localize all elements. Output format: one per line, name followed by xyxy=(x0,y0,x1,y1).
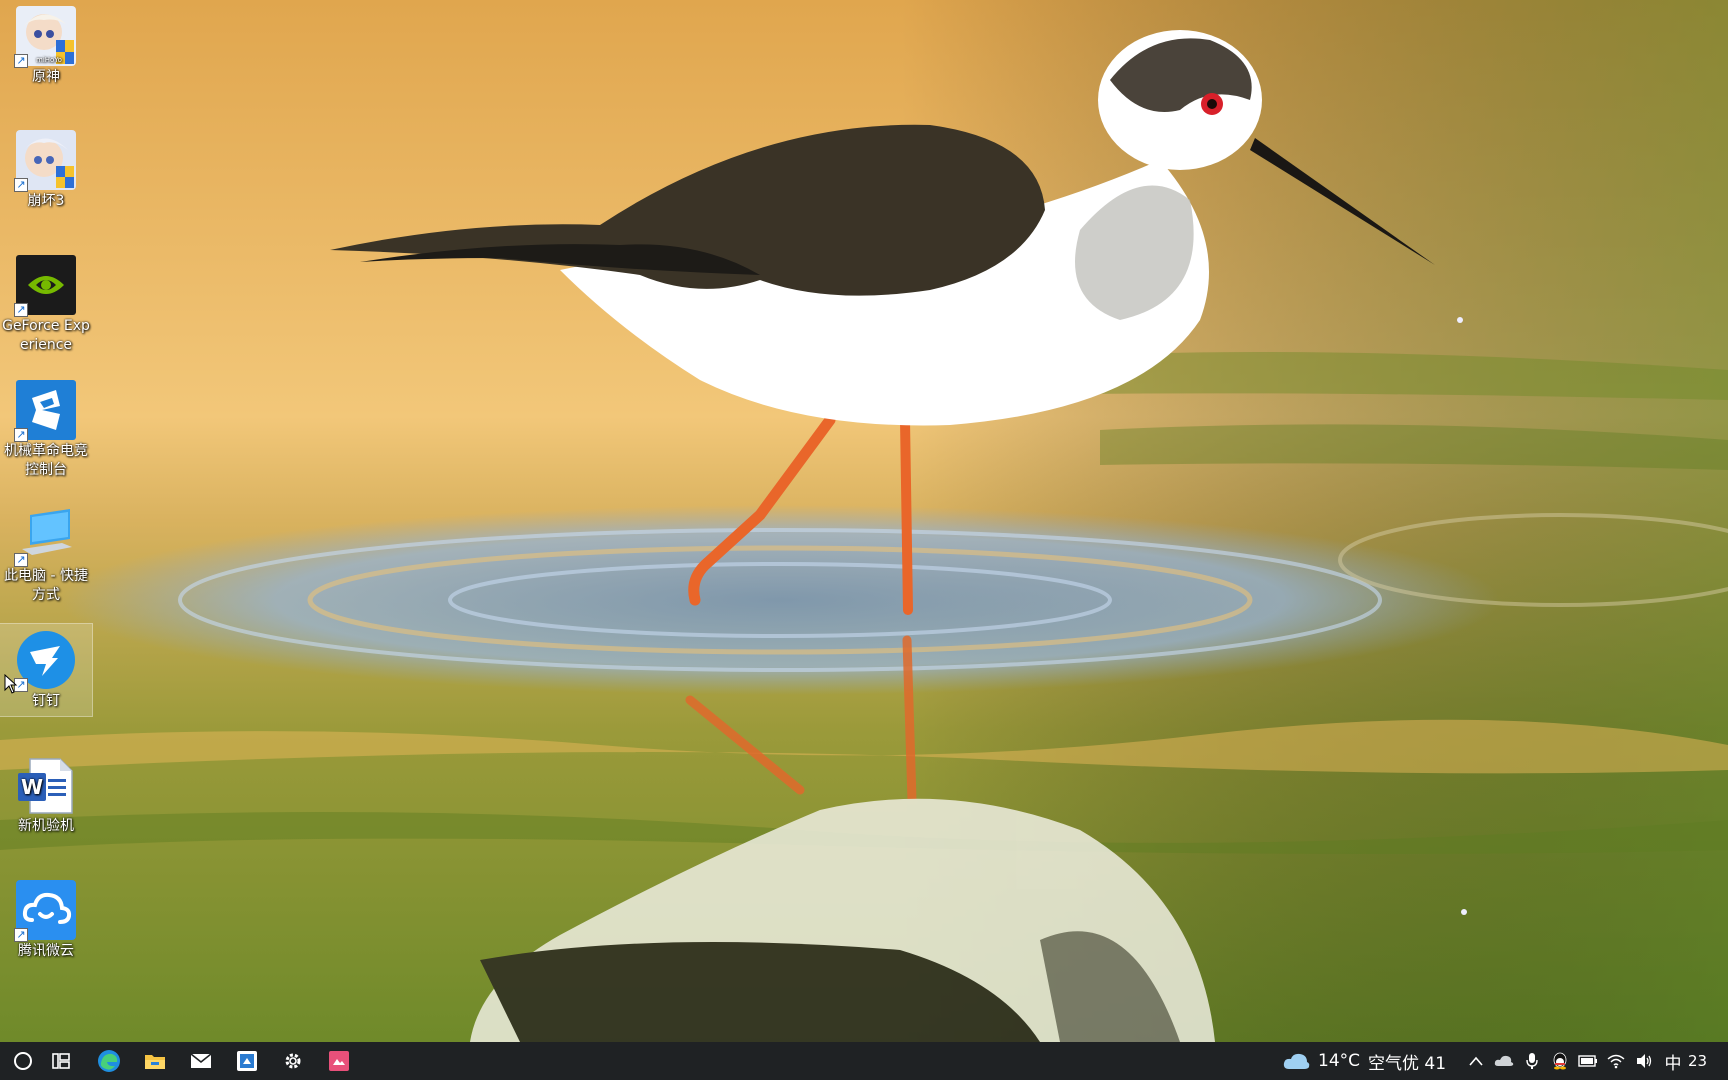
task-view-icon xyxy=(52,1053,70,1069)
taskbar-explorer-button[interactable] xyxy=(132,1042,178,1080)
shortcut-arrow-icon: ↗ xyxy=(14,553,28,567)
desktop-icon-label: 此电脑 - 快捷方式 xyxy=(4,568,88,603)
ime-indicator: 中 xyxy=(1664,1053,1682,1074)
desktop-icon-genshin[interactable]: miHoYo ↗ 原神 xyxy=(0,0,92,87)
desktop-wallpaper xyxy=(0,0,1728,1042)
genshin-app-icon: miHoYo ↗ xyxy=(14,6,76,68)
dingtalk-icon: ↗ xyxy=(14,630,76,692)
app-window-icon xyxy=(237,1051,257,1071)
shortcut-arrow-icon: ↗ xyxy=(14,928,28,942)
onedrive-tray-button[interactable] xyxy=(1490,1042,1518,1080)
clock-button[interactable]: 23 xyxy=(1688,1042,1712,1080)
battery-icon xyxy=(1578,1055,1597,1067)
desktop-icon-mechrevo[interactable]: ↗ 机械革命电竞控制台 xyxy=(0,374,92,480)
taskbar: 14°C 空气优 41 中 23 xyxy=(0,1042,1728,1080)
red-app-icon xyxy=(329,1051,349,1071)
desktop-icon-grid: miHoYo ↗ 原神 ↗ 崩坏3 ↗ GeForce Experience ↗… xyxy=(0,0,96,1000)
desktop-icon-label: 腾讯微云 xyxy=(18,943,74,959)
qq-penguin-icon xyxy=(1553,1052,1567,1070)
microphone-tray-button[interactable] xyxy=(1518,1042,1546,1080)
weiyun-cloud-icon: ↗ xyxy=(14,880,76,942)
volume-icon xyxy=(1637,1054,1652,1068)
cloud-icon xyxy=(1283,1053,1310,1069)
honkai3-app-icon: ↗ xyxy=(14,130,76,192)
file-explorer-icon xyxy=(145,1055,165,1069)
desktop-icon-label: 崩坏3 xyxy=(27,193,65,209)
taskbar-mail-button[interactable] xyxy=(178,1042,224,1080)
mechrevo-control-icon: ↗ xyxy=(14,380,76,442)
mouse-cursor-icon xyxy=(4,674,18,694)
air-quality-text: 空气优 41 xyxy=(1368,1053,1447,1074)
desktop-icon-label: 机械革命电竞控制台 xyxy=(4,443,88,478)
shortcut-arrow-icon: ↗ xyxy=(14,303,28,317)
search-circle-icon xyxy=(14,1052,32,1070)
desktop-icon-label: GeForce Experience xyxy=(2,318,90,353)
desktop-icon-dingtalk[interactable]: ↗ 钉钉 xyxy=(0,623,93,717)
word-document-icon: W xyxy=(16,755,76,815)
network-tray-button[interactable] xyxy=(1602,1042,1630,1080)
desktop-icon-label: 钉钉 xyxy=(32,693,60,709)
wifi-icon xyxy=(1607,1054,1625,1069)
onedrive-icon xyxy=(1494,1055,1514,1066)
this-pc-icon: ↗ xyxy=(14,505,76,567)
task-view-button[interactable] xyxy=(38,1042,84,1080)
battery-tray-button[interactable] xyxy=(1574,1042,1602,1080)
desktop-icon-label: 新机验机 xyxy=(18,818,74,834)
svg-text:miHoYo: miHoYo xyxy=(36,56,62,64)
nvidia-geforce-icon: ↗ xyxy=(14,255,76,317)
clock-text: 23 xyxy=(1688,1052,1708,1070)
desktop-icon-geforce[interactable]: ↗ GeForce Experience xyxy=(0,249,92,355)
shortcut-arrow-icon: ↗ xyxy=(14,54,28,68)
desktop-icon-this-pc[interactable]: ↗ 此电脑 - 快捷方式 xyxy=(0,499,92,605)
show-hidden-icons-button[interactable] xyxy=(1462,1042,1490,1080)
mail-icon xyxy=(190,1053,212,1068)
svg-text:W: W xyxy=(21,775,43,799)
desktop-icon-weiyun[interactable]: ↗ 腾讯微云 xyxy=(0,874,92,961)
desktop-icon-honkai3[interactable]: ↗ 崩坏3 xyxy=(0,124,92,211)
system-tray: 中 23 xyxy=(1462,1042,1712,1080)
qq-tray-button[interactable] xyxy=(1546,1042,1574,1080)
microphone-icon xyxy=(1526,1053,1538,1069)
chevron-up-icon xyxy=(1469,1056,1483,1066)
input-method-button[interactable]: 中 xyxy=(1658,1042,1688,1080)
shortcut-arrow-icon: ↗ xyxy=(14,428,28,442)
desktop-icon-label: 原神 xyxy=(32,69,60,85)
taskbar-settings-button[interactable] xyxy=(270,1042,316,1080)
taskbar-red-app-button[interactable] xyxy=(316,1042,362,1080)
taskbar-app-button[interactable] xyxy=(224,1042,270,1080)
volume-tray-button[interactable] xyxy=(1630,1042,1658,1080)
desktop-icon-word-doc[interactable]: W 新机验机 xyxy=(0,749,92,836)
taskbar-edge-button[interactable] xyxy=(86,1042,132,1080)
weather-temperature: 14°C xyxy=(1318,1051,1361,1071)
edge-browser-icon xyxy=(98,1050,120,1072)
settings-gear-icon xyxy=(285,1053,301,1069)
weather-widget[interactable]: 14°C 空气优 41 xyxy=(1282,1042,1446,1080)
shortcut-arrow-icon: ↗ xyxy=(14,178,28,192)
